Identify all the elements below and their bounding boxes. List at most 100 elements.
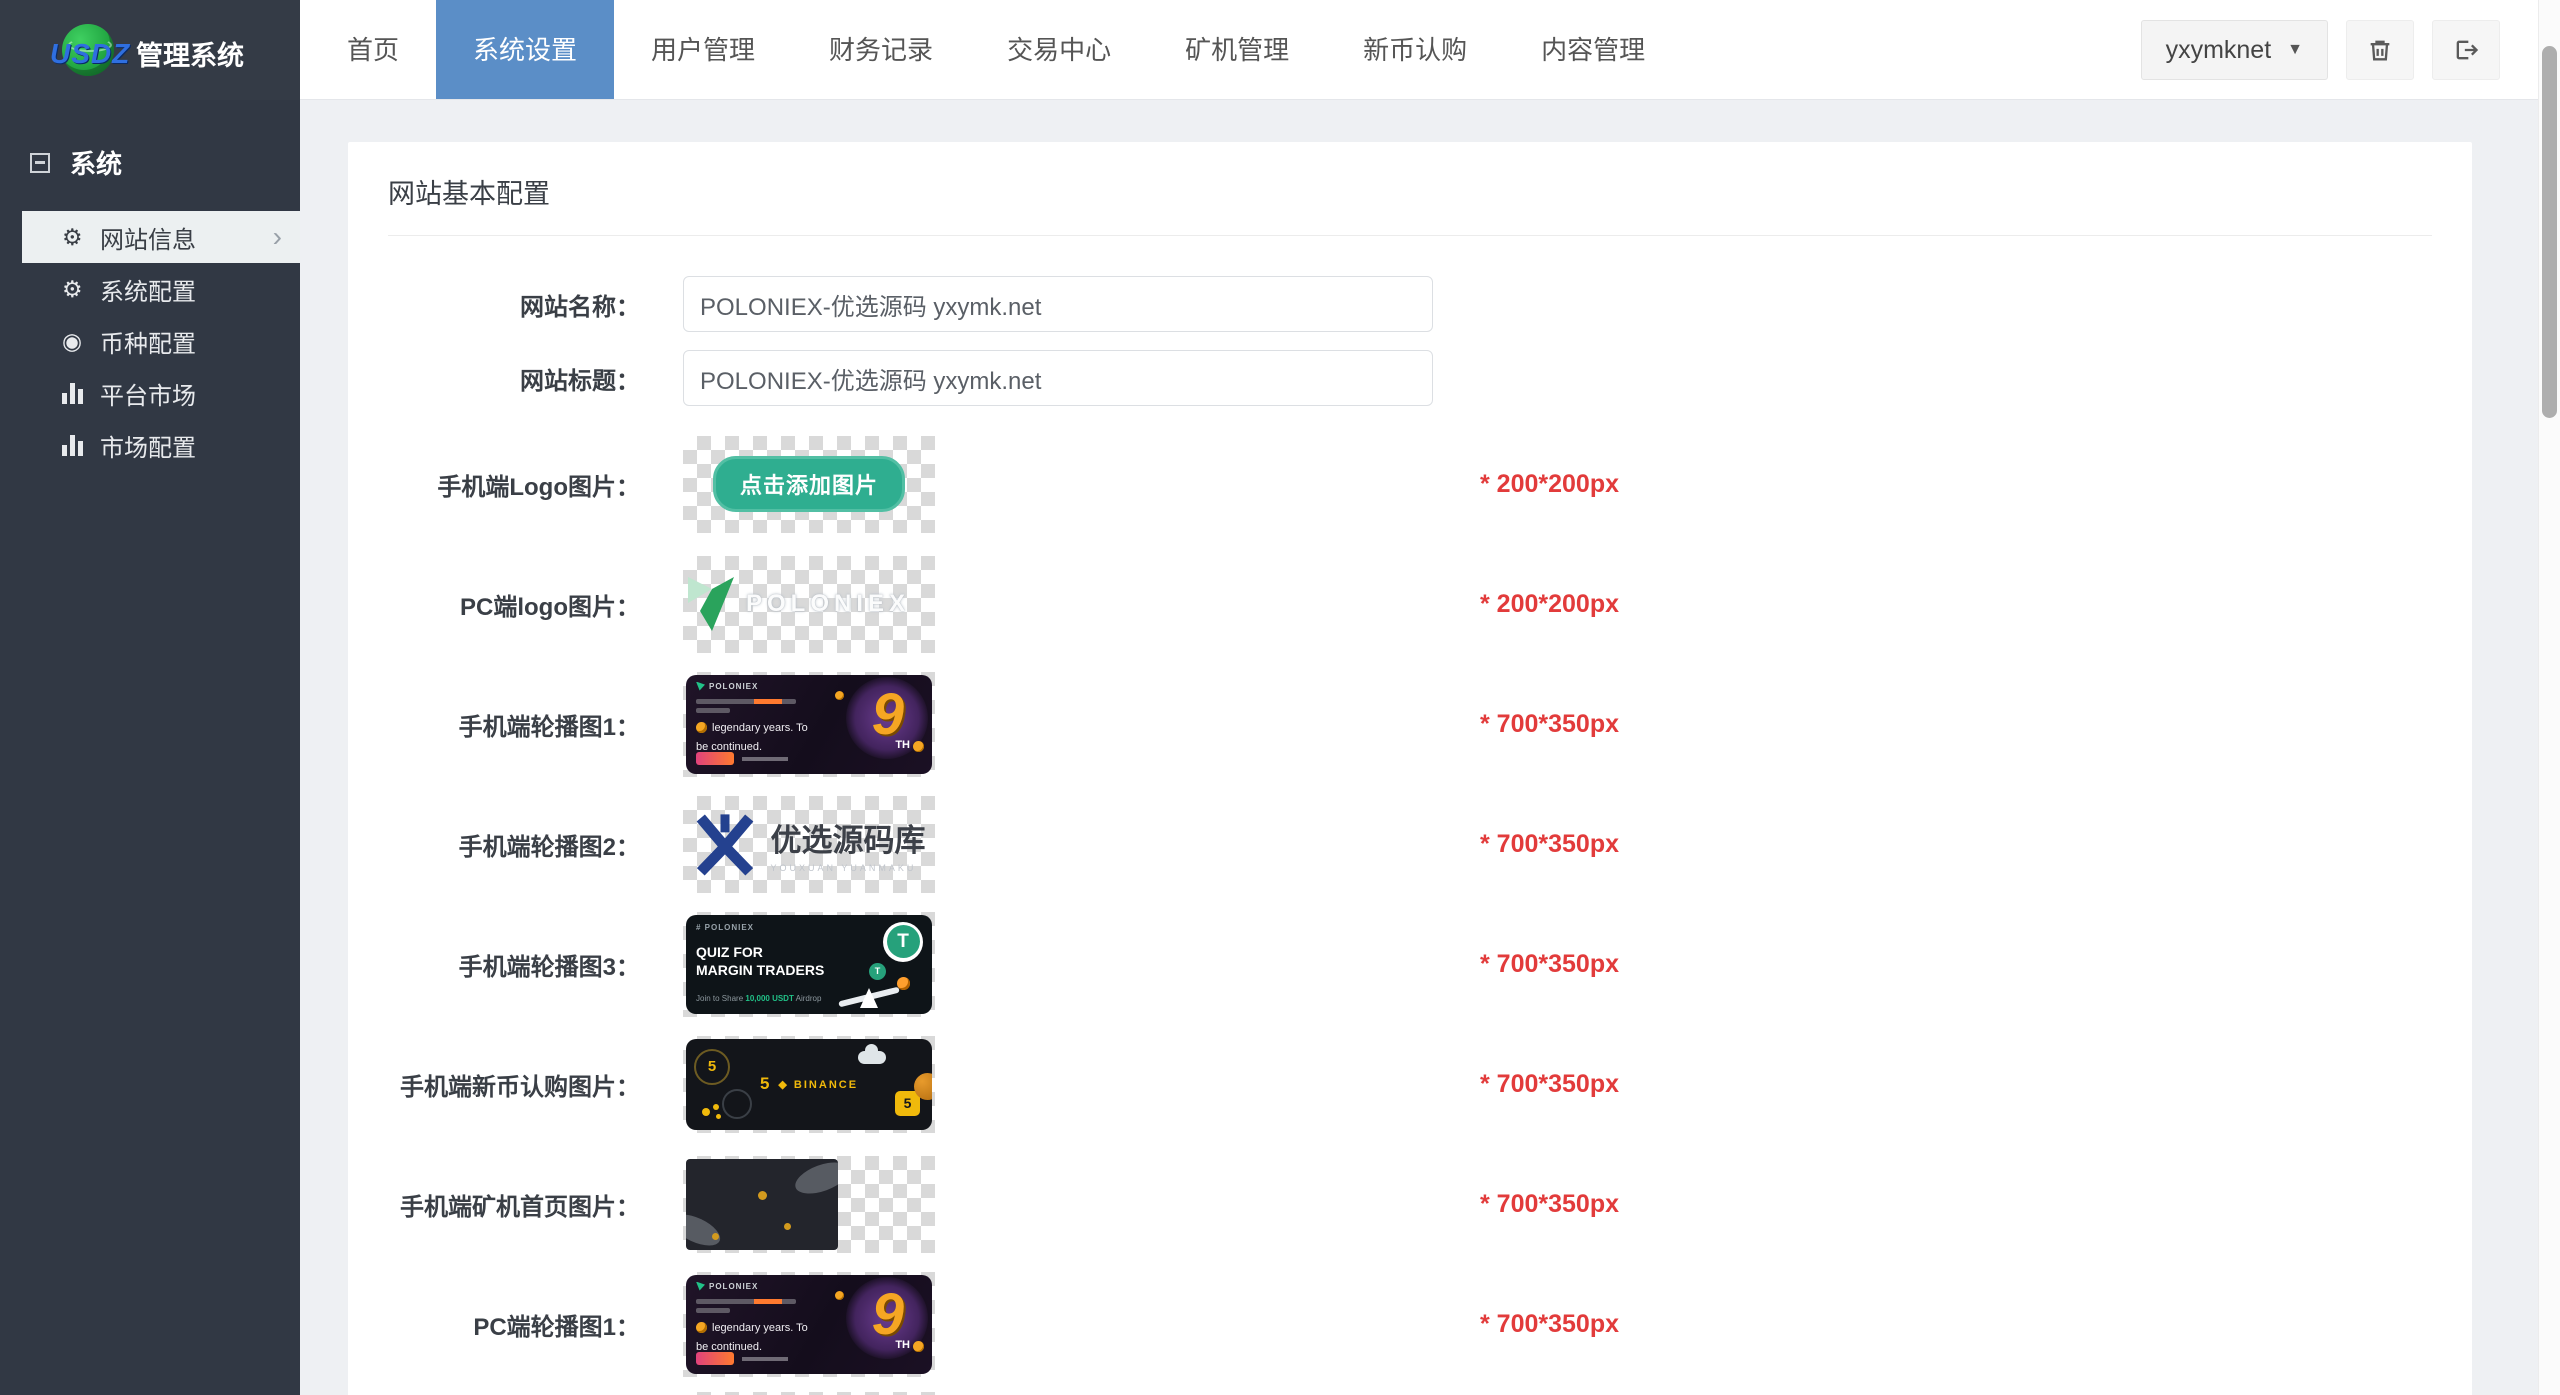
bar-chart-icon	[62, 383, 100, 404]
form-row-phone-banner-3: 手机端轮播图3： # POLONIEX QUIZ FOR MARGIN TRAD…	[388, 904, 2432, 1024]
pc-banner1-upload[interactable]: POLONIEX 9 TH legendary years. To be con…	[683, 1272, 935, 1377]
nav-tab-system-settings[interactable]: 系统设置	[436, 0, 614, 99]
poloniex-logo-icon	[682, 573, 738, 635]
sidebar-item-label: 币种配置	[100, 324, 196, 359]
field-label: 手机端新币认购图片：	[388, 1067, 640, 1102]
field-label: 手机端轮播图1：	[388, 707, 640, 742]
app-title: 管理系统	[136, 34, 244, 73]
form-row-phone-logo: 手机端Logo图片： 点击添加图片 * 200*200px	[388, 424, 2432, 544]
size-hint: * 700*350px	[1480, 1310, 2432, 1339]
sidebar-item-market-config[interactable]: 市场配置	[0, 419, 300, 471]
size-hint: * 700*350px	[1480, 1070, 2432, 1099]
sidebar-item-system-config[interactable]: ⚙ 系统配置	[0, 263, 300, 315]
phone-logo-upload[interactable]: 点击添加图片	[683, 436, 935, 533]
field-label: 手机端轮播图2：	[388, 827, 640, 862]
th-badge: TH	[895, 739, 910, 751]
coin-dot-icon	[897, 977, 910, 990]
nav-tab-new-coin[interactable]: 新币认购	[1326, 0, 1504, 99]
pc-banner2-upload[interactable]: POLONIEX 9	[683, 1392, 935, 1395]
field-label: PC端logo图片：	[388, 587, 640, 622]
nav-tab-content-management[interactable]: 内容管理	[1504, 0, 1682, 99]
field-label: 手机端矿机首页图片：	[388, 1187, 640, 1222]
add-image-button[interactable]: 点击添加图片	[713, 456, 905, 512]
th-badge: TH	[895, 1339, 910, 1351]
app-brand: USDZ 管理系统	[0, 0, 300, 100]
divider	[388, 235, 2432, 236]
nav-tab-user-management[interactable]: 用户管理	[614, 0, 792, 99]
sidebar-item-site-info[interactable]: ⚙ 网站信息 ›	[22, 211, 300, 263]
form-row-phone-banner-2: 手机端轮播图2： 优选源码库 YOUXUAN YUANMAKU	[388, 784, 2432, 904]
sidebar-item-platform-market[interactable]: 平台市场	[0, 367, 300, 419]
banner-text: legendary years. To	[712, 722, 808, 734]
banner-subtext: Join to Share 10,000 USDT Airdrop	[696, 994, 821, 1003]
miner-thumbnail	[686, 1159, 838, 1250]
poloniex-logo-icon	[696, 1282, 705, 1291]
nav-tab-finance-records[interactable]: 财务记录	[792, 0, 970, 99]
form-row-miner-home-image: 手机端矿机首页图片： * 700*350px	[388, 1144, 2432, 1264]
top-navbar: USDZ 管理系统 首页 系统设置 用户管理 财务记录 交易中心 矿机管理 新币…	[0, 0, 2560, 100]
phone-banner1-upload[interactable]: POLONIEX 9 TH legendary years. To be con…	[683, 672, 935, 777]
miner-image-upload[interactable]	[683, 1156, 935, 1253]
trash-button[interactable]	[2346, 20, 2414, 80]
field-label: PC端轮播图1：	[388, 1307, 640, 1342]
size-hint: * 700*350px	[1480, 1190, 2432, 1219]
phone-banner3-upload[interactable]: # POLONIEX QUIZ FOR MARGIN TRADERS Join …	[683, 912, 935, 1017]
banner-brand: # POLONIEX	[696, 923, 754, 932]
site-name-input[interactable]	[683, 276, 1433, 332]
main-content: 网站基本配置 网站名称： 网站标题： 手机端Logo图片： 点击添加图片 * 2…	[300, 100, 2538, 1395]
banner-brand: POLONIEX	[709, 1282, 758, 1291]
page-scrollbar[interactable]	[2538, 0, 2560, 1395]
form-row-pc-logo: PC端logo图片： POLONIEX * 200*200px	[388, 544, 2432, 664]
banner-cta-button	[696, 752, 734, 765]
binance-wordmark: ◆ BINANCE	[778, 1078, 858, 1091]
form-row-partial: POLONIEX 9	[388, 1384, 2432, 1395]
phone-banner2-upload[interactable]: 优选源码库 YOUXUAN YUANMAKU	[683, 796, 935, 893]
bar-chart-icon	[62, 435, 100, 456]
poloniex-logo-icon	[696, 682, 705, 691]
sidebar-item-label: 网站信息	[100, 220, 196, 255]
chevron-right-icon: ›	[273, 223, 282, 251]
nav-tab-trade-center[interactable]: 交易中心	[970, 0, 1148, 99]
sidebar-item-coin-config[interactable]: ◉ 币种配置	[0, 315, 300, 367]
banner-text: be continued.	[696, 1341, 762, 1353]
site-config-card: 网站基本配置 网站名称： 网站标题： 手机端Logo图片： 点击添加图片 * 2…	[348, 142, 2472, 1395]
banner-quiz-thumbnail: # POLONIEX QUIZ FOR MARGIN TRADERS Join …	[686, 915, 932, 1014]
field-label: 手机端轮播图3：	[388, 947, 640, 982]
sidebar-items: ⚙ 网站信息 › ⚙ 系统配置 ◉ 币种配置 平台市场 市场配置	[0, 211, 300, 471]
badge-5-icon: 5	[694, 1049, 730, 1085]
tether-coin-small-icon: T	[869, 963, 886, 980]
caret-down-icon: ▼	[2287, 41, 2303, 59]
scrollbar-thumb[interactable]	[2542, 46, 2557, 418]
yx-wordmark: 优选源码库	[771, 815, 926, 860]
banner-brand: POLONIEX	[709, 682, 758, 691]
banner-title: QUIZ FOR MARGIN TRADERS	[696, 943, 824, 979]
big-nine-text: 9	[872, 681, 904, 748]
yx-mark-icon	[693, 809, 757, 879]
banner-9years-thumbnail: POLONIEX 9 TH legendary years. To be con…	[686, 1275, 932, 1374]
trash-icon	[2366, 36, 2394, 64]
sidebar-item-label: 平台市场	[100, 376, 196, 411]
size-hint: * 700*350px	[1480, 950, 2432, 979]
big-nine-text: 9	[872, 1281, 904, 1348]
topbar-actions: yxymknet ▼	[2141, 20, 2500, 80]
poloniex-wordmark: POLONIEX	[746, 590, 910, 618]
site-title-input[interactable]	[683, 350, 1433, 406]
logout-icon	[2452, 36, 2480, 64]
field-label: 网站标题：	[388, 361, 640, 396]
new-coin-image-upload[interactable]: 5 5 ◆ BINANCE 5	[683, 1036, 935, 1133]
cloud-icon	[858, 1051, 886, 1064]
size-hint: * 700*350px	[1480, 710, 2432, 739]
user-menu-button[interactable]: yxymknet ▼	[2141, 20, 2328, 80]
nav-tab-miner-management[interactable]: 矿机管理	[1148, 0, 1326, 99]
form-row-new-coin-image: 手机端新币认购图片： 5 5 ◆ BINANCE 5	[388, 1024, 2432, 1144]
tether-coin-icon: T	[883, 922, 923, 962]
binance-number: 5	[760, 1074, 769, 1094]
sidebar-group-label: 系统	[70, 144, 122, 181]
logout-button[interactable]	[2432, 20, 2500, 80]
form-row-site-name: 网站名称：	[388, 276, 2432, 332]
collapse-minus-icon	[30, 153, 50, 173]
banner-binance-thumbnail: 5 5 ◆ BINANCE 5	[686, 1039, 932, 1130]
pc-logo-upload[interactable]: POLONIEX	[683, 556, 935, 653]
nav-tab-home[interactable]: 首页	[310, 0, 436, 99]
sidebar-group-system[interactable]: 系统	[0, 144, 300, 181]
